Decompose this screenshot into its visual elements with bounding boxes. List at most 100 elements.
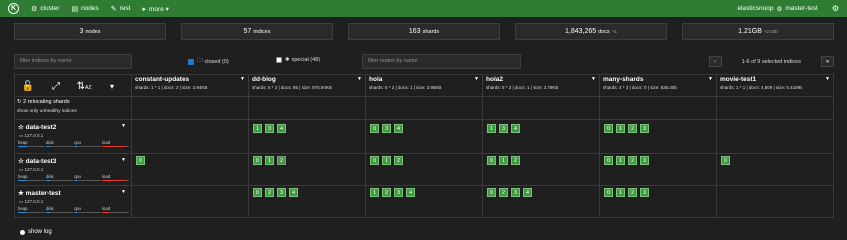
star-icon[interactable]: ☆ xyxy=(18,158,24,165)
node-name[interactable]: ★ master-test xyxy=(18,189,61,197)
shard-box[interactable]: 4 xyxy=(289,188,298,197)
sort-icon[interactable]: ⇅AZ xyxy=(70,81,98,92)
shard-box[interactable]: 2 xyxy=(394,156,403,165)
metric-cpu: cpu xyxy=(74,140,101,147)
shard-box[interactable]: 0 xyxy=(253,156,262,165)
metric-bar xyxy=(18,146,45,147)
metric-fill xyxy=(18,212,27,213)
shard-box[interactable]: 3 xyxy=(382,124,391,133)
nav-nodes[interactable]: ▤ nodes xyxy=(71,5,98,13)
shard-box[interactable]: 2 xyxy=(628,124,637,133)
shard-box[interactable]: 0 xyxy=(604,156,613,165)
index-header[interactable]: dd-blog shards: 5 * 2 | docs: 85 | size:… xyxy=(249,74,365,96)
stat-nodes-value: 3 xyxy=(79,28,84,35)
chevron-down-icon[interactable]: ▼ xyxy=(121,157,126,163)
show-log-toggle[interactable]: show log xyxy=(20,229,52,235)
index-header[interactable]: movie-test1 shards: 1 * 1 | docs: 4,809 … xyxy=(717,74,833,96)
shard-box[interactable]: 3 xyxy=(511,188,520,197)
shard-box[interactable]: 2 xyxy=(265,188,274,197)
chevron-down-icon[interactable]: ▼ xyxy=(708,76,713,82)
filter-indices-input[interactable]: filter indices by name xyxy=(14,54,132,69)
shard-box[interactable]: 0 xyxy=(253,188,262,197)
shard-box[interactable]: 2 xyxy=(511,156,520,165)
shard-box[interactable]: 3 xyxy=(394,188,403,197)
shard-box[interactable]: 2 xyxy=(628,188,637,197)
prev-page-button[interactable]: « xyxy=(708,56,722,67)
expand-icon[interactable]: ⤢ xyxy=(42,81,70,92)
kopf-logo-icon[interactable]: K xyxy=(8,3,19,14)
shard-box[interactable]: 0 xyxy=(721,156,730,165)
shard-box[interactable]: 1 xyxy=(616,156,625,165)
chevron-down-icon[interactable]: ▼ xyxy=(357,76,362,82)
shard-box[interactable]: 1 xyxy=(499,156,508,165)
shard-box[interactable]: 2 xyxy=(277,156,286,165)
chevron-down-icon[interactable]: ▼ xyxy=(240,76,245,82)
shard-box[interactable]: 3 xyxy=(640,156,649,165)
metric-bar xyxy=(102,212,129,213)
index-header[interactable]: hola2 shards: 5 * 2 | docs: 1 | size: 3.… xyxy=(483,74,599,96)
closed-checkbox-box[interactable] xyxy=(188,58,194,65)
shard-box[interactable]: 0 xyxy=(487,156,496,165)
shard-box[interactable]: 4 xyxy=(523,188,532,197)
shard-box[interactable]: 2 xyxy=(499,188,508,197)
shard-box[interactable]: 2 xyxy=(628,156,637,165)
relocating-shards[interactable]: ↻ 2 relocating shards xyxy=(17,99,70,105)
nav-cluster[interactable]: ⚙ cluster xyxy=(31,5,59,13)
star-icon[interactable]: ☆ xyxy=(18,124,24,131)
special-checkbox[interactable]: ✱ special (48) xyxy=(276,57,320,63)
chevron-down-icon[interactable]: ▼ xyxy=(121,123,126,129)
shard-box[interactable]: 4 xyxy=(511,124,520,133)
index-header[interactable]: hola shards: 5 * 2 | docs: 1 | size: 3.9… xyxy=(366,74,482,96)
nav-more[interactable]: ▸ more ▾ xyxy=(143,5,169,13)
shard-box[interactable]: 3 xyxy=(640,124,649,133)
chevron-down-icon[interactable]: ▼ xyxy=(474,76,479,82)
shard-box[interactable]: 1 xyxy=(487,124,496,133)
shard-box[interactable]: 1 xyxy=(616,124,625,133)
unlock-icon[interactable]: 🔓 xyxy=(14,81,42,92)
shard-box[interactable]: 1 xyxy=(253,124,262,133)
shard-box[interactable]: 3 xyxy=(277,188,286,197)
shard-box[interactable]: 2 xyxy=(382,188,391,197)
node-name[interactable]: ☆ data-test2 xyxy=(18,123,56,131)
shard-box[interactable]: 0 xyxy=(370,156,379,165)
shard-box[interactable]: 0 xyxy=(370,124,379,133)
shard-box[interactable]: 3 xyxy=(499,124,508,133)
chevron-down-icon[interactable]: ▼ xyxy=(825,76,830,82)
chevron-down-icon[interactable]: ▼ xyxy=(121,189,126,195)
shard-box[interactable]: 1 xyxy=(370,188,379,197)
node-name-label: master-test xyxy=(25,190,61,197)
shard-box[interactable]: 1 xyxy=(265,156,274,165)
shard-box[interactable]: 4 xyxy=(277,124,286,133)
metric-bar xyxy=(46,212,73,213)
metric-label: load xyxy=(102,140,111,145)
sort-letters: AZ xyxy=(85,84,92,91)
nav-rest[interactable]: ✎ rest xyxy=(111,5,131,13)
shard-box[interactable]: 1 xyxy=(616,188,625,197)
index-header[interactable]: many-shards shards: 4 * 3 | docs: 0 | si… xyxy=(600,74,716,96)
shard-box[interactable]: 1 xyxy=(382,156,391,165)
shard-box[interactable]: 3 xyxy=(265,124,274,133)
metric-heap: heap xyxy=(18,174,45,181)
filter-nodes-input[interactable]: filter nodes by name xyxy=(362,54,521,69)
chevron-down-icon[interactable]: ▼ xyxy=(591,76,596,82)
shard-box[interactable]: 0 xyxy=(604,124,613,133)
show-unhealthy-link[interactable]: show only unhealthy indices xyxy=(17,109,77,114)
shard-box[interactable]: 3 xyxy=(640,188,649,197)
shard-box[interactable]: 4 xyxy=(394,124,403,133)
closed-checkbox[interactable]: 🗀 closed (0) xyxy=(188,57,229,66)
stat-size-value: 1.21GB xyxy=(738,28,762,35)
gear-icon[interactable]: ⚙ xyxy=(832,4,839,13)
shard-group: 134 xyxy=(253,124,289,133)
shard-box[interactable]: 0 xyxy=(136,156,145,165)
index-header[interactable]: constant-updates shards: 1 * 1 | docs: 2… xyxy=(132,74,248,96)
next-page-button[interactable]: » xyxy=(821,56,834,67)
shard-box[interactable]: 4 xyxy=(406,188,415,197)
star-icon[interactable]: ★ xyxy=(18,190,24,197)
special-checkbox-box[interactable] xyxy=(276,57,282,63)
shard-box[interactable]: 0 xyxy=(604,188,613,197)
rest-icon: ✎ xyxy=(110,5,117,13)
grid-line xyxy=(14,217,834,218)
shard-box[interactable]: 0 xyxy=(487,188,496,197)
node-name[interactable]: ☆ data-test3 xyxy=(18,157,56,165)
chevron-down-icon[interactable]: ▾ xyxy=(98,82,126,91)
